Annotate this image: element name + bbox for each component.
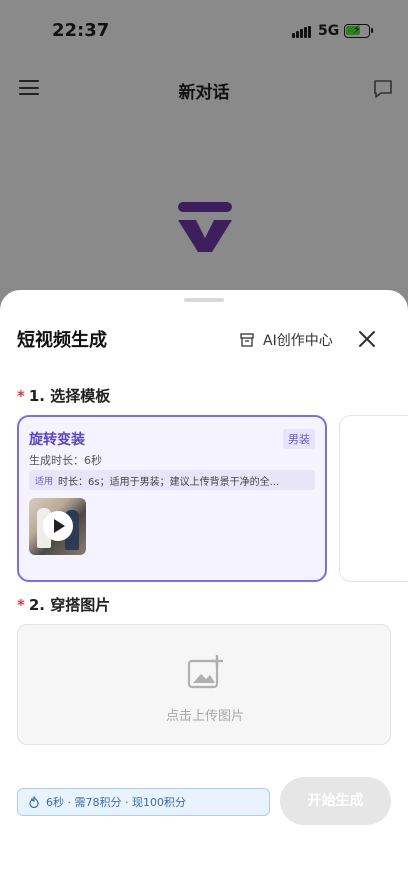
drag-handle[interactable] xyxy=(184,298,224,302)
ai-center-label: AI创作中心 xyxy=(263,333,333,349)
apply-badge: 适用 xyxy=(35,476,54,487)
template-card-next[interactable] xyxy=(339,415,408,582)
flame-icon xyxy=(29,796,39,808)
status-bar: 22:37 5G ⚡ xyxy=(0,0,408,60)
upload-text: 点击上传图片 xyxy=(165,709,244,724)
template-card-selected[interactable]: 旋转变装 男装 生成时长：6秒 适用 时长：6s；适用于男装；建议上传背景干净的… xyxy=(17,415,327,582)
section-outfit-text: 2. 穿搭图片 xyxy=(28,596,111,614)
required-mark: * xyxy=(17,387,25,405)
template-description: 适用 时长：6s；适用于男装；建议上传背景干净的全... xyxy=(29,470,315,490)
required-mark: * xyxy=(17,596,25,614)
bottom-sheet: 短视频生成 AI创作中心 * 1. 选择模板 旋转变装 男装 生成时长：6秒 适用… xyxy=(0,290,408,883)
section-template-text: 1. 选择模板 xyxy=(28,387,111,405)
chat-icon[interactable] xyxy=(372,78,394,100)
section-outfit-label: * 2. 穿搭图片 xyxy=(17,594,110,615)
add-image-icon xyxy=(187,655,223,689)
cost-info: 6秒 · 需78积分 · 现100积分 xyxy=(17,788,270,816)
template-duration: 生成时长：6秒 xyxy=(29,454,102,467)
play-icon[interactable] xyxy=(43,511,73,541)
image-upload-area[interactable]: 点击上传图片 xyxy=(17,624,391,745)
cost-text: 6秒 · 需78积分 · 现100积分 xyxy=(46,796,186,809)
signal-icon xyxy=(292,26,312,38)
nav-bar: 新对话 xyxy=(0,68,408,112)
section-template-label: * 1. 选择模板 xyxy=(17,385,110,406)
status-time: 22:37 xyxy=(52,20,110,41)
battery-icon: ⚡ xyxy=(344,23,373,38)
template-name: 旋转变装 xyxy=(29,432,85,448)
template-thumbnail[interactable] xyxy=(29,498,86,555)
nav-title: 新对话 xyxy=(178,83,230,103)
sheet-title: 短视频生成 xyxy=(17,330,107,351)
app-logo xyxy=(178,202,232,252)
template-tag: 男装 xyxy=(283,429,315,449)
description-text: 时长：6s；适用于男装；建议上传背景干净的全... xyxy=(58,476,280,488)
network-type: 5G xyxy=(318,23,340,39)
close-icon[interactable] xyxy=(357,329,377,349)
archive-icon xyxy=(240,333,254,347)
start-generate-button[interactable]: 开始生成 xyxy=(280,777,391,825)
ai-center-link[interactable]: AI创作中心 xyxy=(239,330,333,350)
